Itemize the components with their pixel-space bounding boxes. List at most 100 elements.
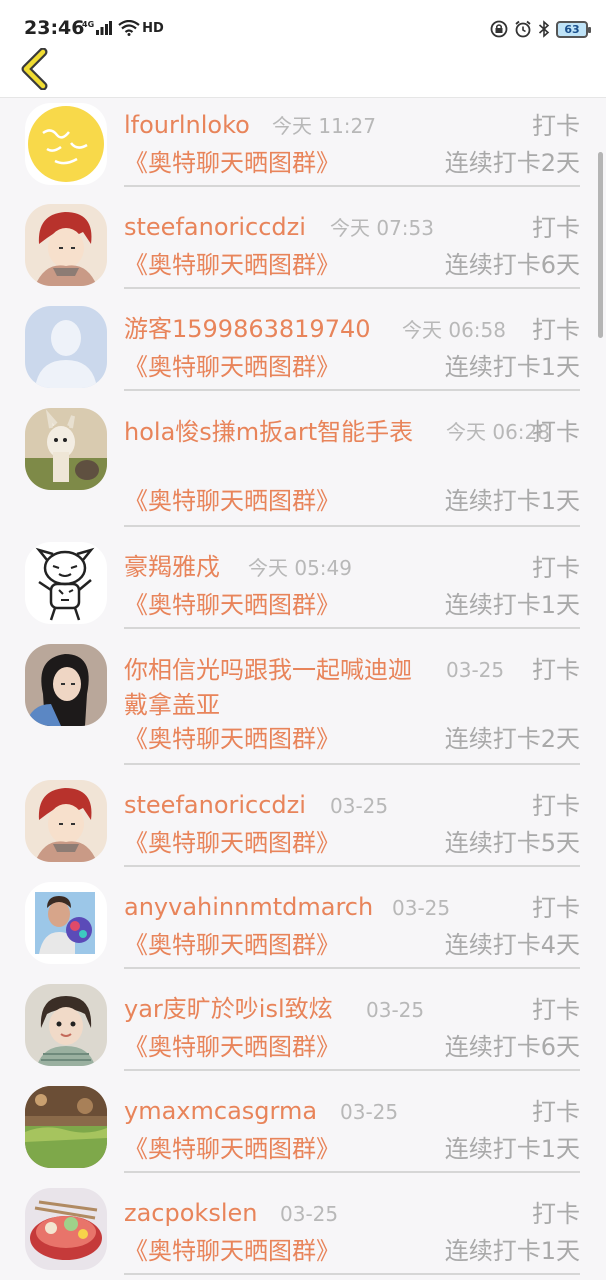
row-divider	[124, 1273, 580, 1275]
group-name[interactable]: 《奥特聊天晒图群》	[124, 724, 340, 754]
streak-count: 连续打卡1天	[444, 1135, 580, 1163]
checkin-time: 今天 05:49	[248, 556, 352, 580]
list-item[interactable]: 豪羯雅戍 今天 05:49 打卡 《奥特聊天晒图群》 连续打卡1天	[0, 540, 606, 636]
row-divider	[124, 1069, 580, 1071]
status-right-icons: 63	[490, 20, 591, 38]
alarm-icon	[515, 20, 531, 38]
header	[0, 44, 606, 98]
group-name[interactable]: 《奥特聊天晒图群》	[124, 1032, 340, 1062]
streak-count: 连续打卡6天	[444, 1033, 580, 1061]
group-name[interactable]: 《奥特聊天晒图群》	[124, 828, 340, 858]
status-left-icons: 4G HD	[82, 20, 164, 36]
checkin-time: 今天 11:27	[272, 114, 376, 138]
streak-count: 连续打卡6天	[444, 251, 580, 279]
bluetooth-icon	[538, 20, 550, 38]
list-item[interactable]: lfourlnloko 今天 11:27 打卡 《奥特聊天晒图群》 连续打卡2天	[0, 98, 606, 194]
row-divider	[124, 865, 580, 867]
row-divider	[124, 1171, 580, 1173]
row-divider	[124, 389, 580, 391]
checkin-action: 打卡	[532, 1200, 580, 1228]
signal-icon	[96, 21, 113, 35]
checkin-action: 打卡	[532, 792, 580, 820]
checkin-action: 打卡	[532, 1098, 580, 1126]
avatar[interactable]	[25, 408, 107, 490]
checkin-time: 今天 06:58	[402, 318, 506, 342]
status-time: 23:46	[24, 17, 85, 39]
streak-count: 连续打卡1天	[444, 1237, 580, 1265]
checkin-time: 03-25	[280, 1202, 339, 1226]
checkin-time: 03-25	[446, 658, 505, 682]
group-name[interactable]: 《奥特聊天晒图群》	[124, 250, 340, 280]
network-label: 4G	[82, 19, 95, 29]
checkin-time: 今天 07:53	[330, 216, 434, 240]
avatar[interactable]	[25, 882, 107, 964]
group-name[interactable]: 《奥特聊天晒图群》	[124, 930, 340, 960]
user-name[interactable]: anyvahinnmtdmarch	[124, 892, 373, 922]
avatar[interactable]	[25, 780, 107, 862]
streak-count: 连续打卡1天	[444, 487, 580, 515]
checkin-time: 03-25	[392, 896, 451, 920]
checkin-time: 03-25	[366, 998, 425, 1022]
list-item[interactable]: steefanoriccdzi 03-25 打卡 《奥特聊天晒图群》 连续打卡5…	[0, 778, 606, 874]
streak-count: 连续打卡4天	[444, 931, 580, 959]
checkin-action: 打卡	[532, 894, 580, 922]
user-name[interactable]: steefanoriccdzi	[124, 212, 306, 242]
avatar[interactable]	[25, 644, 107, 726]
streak-count: 连续打卡5天	[444, 829, 580, 857]
user-name[interactable]: lfourlnloko	[124, 110, 250, 140]
checkin-time: 03-25	[340, 1100, 399, 1124]
checkin-time: 03-25	[330, 794, 389, 818]
chevron-left-icon	[21, 48, 48, 90]
group-name[interactable]: 《奥特聊天晒图群》	[124, 148, 340, 178]
streak-count: 连续打卡1天	[444, 591, 580, 619]
user-name[interactable]: 豪羯雅戍	[124, 552, 220, 582]
list-item[interactable]: hola悛s搛m扳art智能手表 今天 06:28 打卡 《奥特聊天晒图群》 连…	[0, 404, 606, 536]
streak-count: 连续打卡2天	[444, 725, 580, 753]
battery-icon: 63	[556, 20, 591, 38]
list-item[interactable]: zacpokslen 03-25 打卡 《奥特聊天晒图群》 连续打卡1天	[0, 1186, 606, 1280]
group-name[interactable]: 《奥特聊天晒图群》	[124, 1236, 340, 1266]
user-name[interactable]: 你相信光吗跟我一起喊迪迦戴拿盖亚	[124, 653, 424, 723]
list-item[interactable]: yar庋旷於吵isl致炫 03-25 打卡 《奥特聊天晒图群》 连续打卡6天	[0, 982, 606, 1078]
avatar[interactable]	[25, 1086, 107, 1168]
checkin-action: 打卡	[532, 656, 580, 684]
list-item[interactable]: steefanoriccdzi 今天 07:53 打卡 《奥特聊天晒图群》 连续…	[0, 200, 606, 296]
user-name[interactable]: ymaxmcasgrma	[124, 1096, 317, 1126]
scrollbar[interactable]	[598, 152, 603, 338]
group-name[interactable]: 《奥特聊天晒图群》	[124, 1134, 340, 1164]
checkin-action: 打卡	[532, 418, 580, 446]
checkin-list[interactable]: lfourlnloko 今天 11:27 打卡 《奥特聊天晒图群》 连续打卡2天…	[0, 98, 606, 1280]
checkin-action: 打卡	[532, 996, 580, 1024]
row-divider	[124, 525, 580, 527]
lock-icon	[490, 20, 508, 38]
streak-count: 连续打卡1天	[444, 353, 580, 381]
list-item[interactable]: 你相信光吗跟我一起喊迪迦戴拿盖亚 03-25 打卡 《奥特聊天晒图群》 连续打卡…	[0, 642, 606, 774]
checkin-action: 打卡	[532, 316, 580, 344]
avatar[interactable]	[25, 306, 107, 388]
status-bar: 23:46 4G HD 63	[0, 0, 606, 44]
user-name[interactable]: yar庋旷於吵isl致炫	[124, 994, 333, 1024]
avatar[interactable]	[25, 984, 107, 1066]
hd-label: HD	[142, 20, 164, 36]
list-item[interactable]: anyvahinnmtdmarch 03-25 打卡 《奥特聊天晒图群》 连续打…	[0, 880, 606, 976]
row-divider	[124, 185, 580, 187]
streak-count: 连续打卡2天	[444, 149, 580, 177]
group-name[interactable]: 《奥特聊天晒图群》	[124, 486, 340, 516]
group-name[interactable]: 《奥特聊天晒图群》	[124, 352, 340, 382]
list-item[interactable]: ymaxmcasgrma 03-25 打卡 《奥特聊天晒图群》 连续打卡1天	[0, 1084, 606, 1180]
user-name[interactable]: 游客1599863819740	[124, 314, 371, 344]
avatar[interactable]	[25, 542, 107, 624]
group-name[interactable]: 《奥特聊天晒图群》	[124, 590, 340, 620]
checkin-action: 打卡	[532, 214, 580, 242]
avatar[interactable]	[25, 103, 107, 185]
row-divider	[124, 627, 580, 629]
checkin-action: 打卡	[532, 112, 580, 140]
back-button[interactable]	[12, 44, 58, 94]
user-name[interactable]: zacpokslen	[124, 1198, 257, 1228]
list-item[interactable]: 游客1599863819740 今天 06:58 打卡 《奥特聊天晒图群》 连续…	[0, 302, 606, 398]
user-name[interactable]: steefanoriccdzi	[124, 790, 306, 820]
user-name[interactable]: hola悛s搛m扳art智能手表	[124, 415, 424, 450]
avatar[interactable]	[25, 204, 107, 286]
avatar[interactable]	[25, 1188, 107, 1270]
row-divider	[124, 287, 580, 289]
